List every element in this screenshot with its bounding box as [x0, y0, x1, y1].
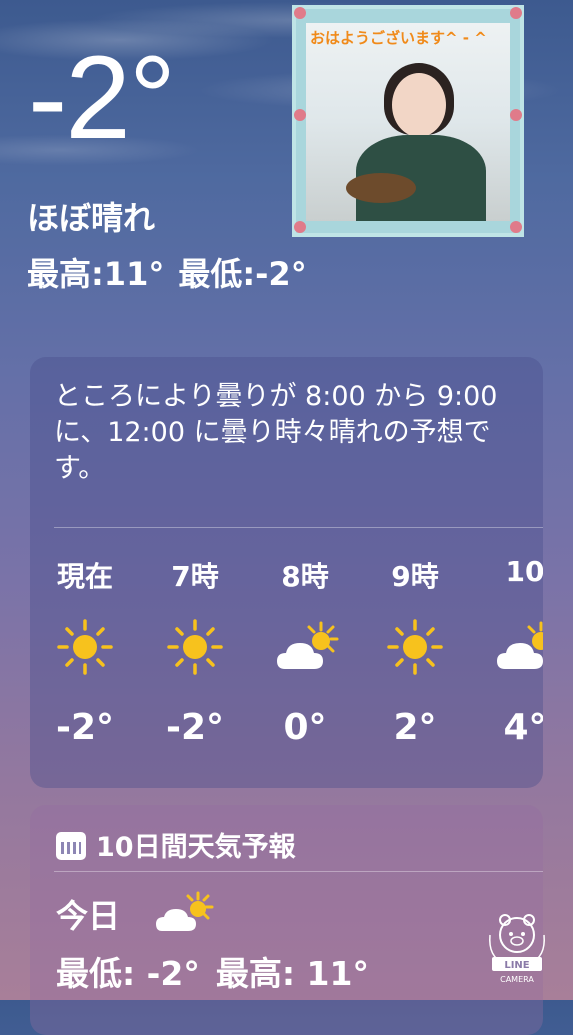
sticker-photo: おはようございます^ - ^ [292, 5, 524, 237]
ten-day-title: 10日間天気予報 [96, 832, 296, 863]
line-camera-logo: LINE CAMERA [489, 914, 545, 984]
hour-temperature: -2° [166, 707, 224, 748]
today-high-low: 最低: -2° 最高: 11° [56, 947, 385, 995]
partly-cloudy-icon [277, 621, 339, 669]
today-high: 最高: 11° [215, 954, 369, 993]
hour-temperature: 0° [283, 707, 327, 748]
ten-day-header: 10日間天気予報 [56, 825, 296, 864]
partly-cloudy-icon [156, 891, 214, 931]
hour-icon [165, 617, 225, 677]
hour-temperature: 4° [503, 707, 543, 748]
calendar-icon [56, 832, 86, 860]
low-temperature: 最低:-2° [178, 255, 307, 293]
partly-cloudy-icon [497, 621, 543, 669]
hour-icon [495, 617, 543, 677]
high-temperature: 最高:11° [27, 255, 165, 293]
today-low: 最低: -2° [56, 954, 200, 993]
hour-icon [55, 617, 115, 677]
svg-text:LINE: LINE [504, 960, 529, 971]
hour-icon [385, 617, 445, 677]
forecast-summary: ところにより曇りが 8:00 から 9:00 に、12:00 に曇り時々晴れの予… [54, 381, 498, 484]
current-condition: ほぼ晴れ [27, 199, 156, 237]
divider [54, 527, 543, 528]
photo-caption: おはようございます^ - ^ [310, 29, 487, 47]
hour-label: 現在 [56, 560, 113, 593]
high-low: 最高:11° 最低:-2° [27, 249, 321, 295]
current-temperature: -2° [28, 32, 176, 164]
hourly-scroll[interactable]: 現在 -2° 7時 -2° 8時 0° 9時 2° 10 4° [30, 547, 543, 767]
hour-label: 8時 [281, 560, 329, 593]
today-label: 今日 [56, 897, 121, 935]
hour-icon [275, 617, 339, 677]
svg-text:CAMERA: CAMERA [500, 975, 534, 984]
sun-icon [387, 619, 443, 675]
hour-temperature: 2° [393, 707, 437, 748]
photo-image [306, 23, 510, 221]
sun-icon [57, 619, 113, 675]
hour-label: 9時 [391, 560, 439, 593]
ten-day-forecast-card[interactable]: 10日間天気予報 今日 最低: -2° 最高: 11° [30, 805, 543, 1035]
hour-label: 10 [505, 555, 543, 588]
sun-icon [167, 619, 223, 675]
divider [54, 871, 543, 872]
hour-label: 7時 [171, 560, 219, 593]
hour-temperature: -2° [56, 707, 114, 748]
hourly-forecast-card[interactable]: ところにより曇りが 8:00 から 9:00 に、12:00 に曇り時々晴れの予… [30, 357, 543, 788]
